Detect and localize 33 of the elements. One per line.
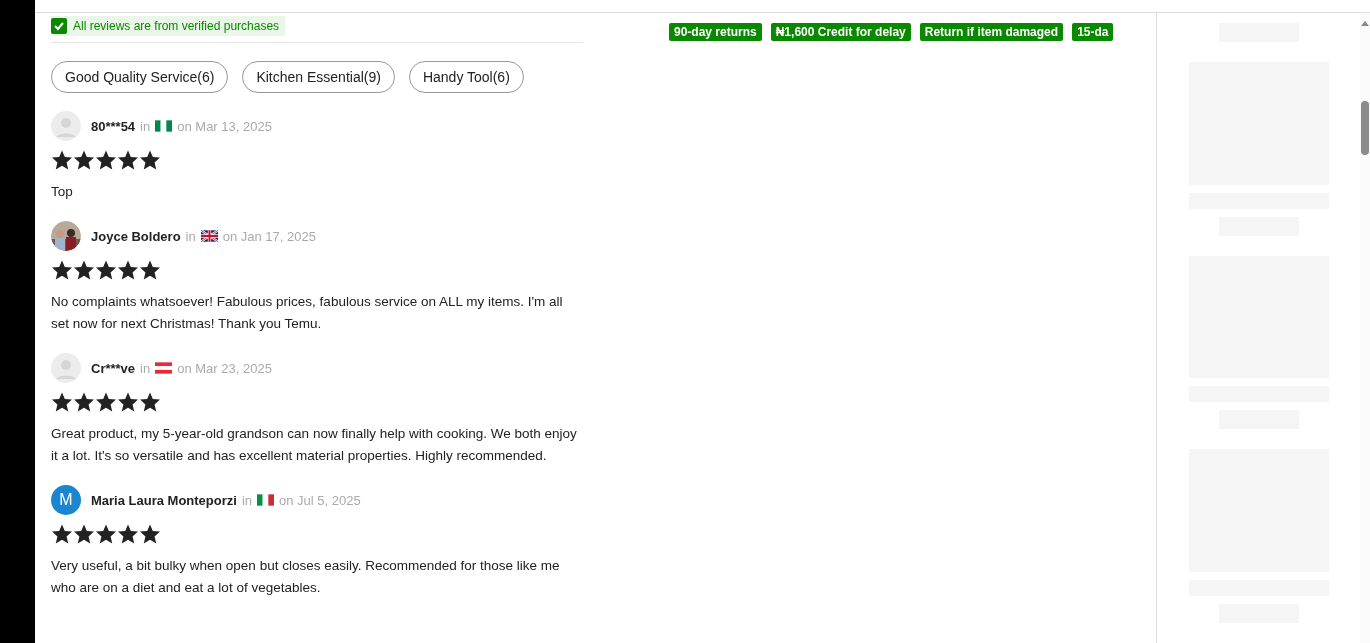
filter-tag[interactable]: Good Quality Service(6) [51, 61, 229, 93]
review-text: Great product, my 5-year-old grandson can now finally help with cooking. We both enjoy it a lot. It's so versatile and has excellent material properties. Highly recommended. [51, 425, 578, 465]
review-text: Top [51, 183, 74, 201]
reviewer-name: 80***54 [91, 118, 136, 134]
flag-icon [155, 120, 173, 132]
verified-text: All reviews are from verified purchases [73, 19, 280, 33]
check-icon [51, 18, 67, 34]
avatar-placeholder-icon [51, 111, 81, 141]
scrollbar[interactable] [1360, 13, 1370, 643]
review-date: on Jan 17, 2025 [222, 228, 316, 244]
in-label: in [140, 118, 151, 134]
review-text: Very useful, a bit bulky when open but closes easily. Recommended for those like me who are on a diet and eat a lot of vegetables. [51, 557, 561, 597]
avatar-letter: M [51, 485, 81, 515]
review-date: on Mar 23, 2025 [177, 360, 272, 376]
avatar-placeholder-icon [51, 353, 81, 383]
flag-icon [200, 230, 218, 242]
service-badge: 15-da [1072, 23, 1114, 41]
filter-tag[interactable]: Handy Tool(6) [408, 61, 524, 93]
reviewer-name: Maria Laura Monteporzi [91, 492, 237, 508]
in-label: in [241, 492, 253, 508]
flag-icon [155, 362, 173, 374]
in-label: in [140, 360, 151, 376]
in-label: in [185, 228, 196, 244]
reviewer-name: Joyce Boldero [91, 228, 181, 244]
flag-icon [257, 494, 275, 506]
review-text: No complaints whatsoever! Fabulous prices, fabulous service on ALL my items. I'm all set now for next Christmas! Thank you Temu. [51, 293, 564, 333]
review-date: on Mar 13, 2025 [177, 118, 272, 134]
service-badge: Return if item damaged [919, 23, 1064, 41]
service-badge: 90-day returns [669, 23, 762, 41]
reviewer-name: Cr***ve [91, 360, 136, 376]
review-date: on Jul 5, 2025 [279, 492, 361, 508]
filter-tag[interactable]: Kitchen Essential(9) [242, 61, 395, 93]
service-badge: ₦1,600 Credit for delay [770, 23, 911, 41]
